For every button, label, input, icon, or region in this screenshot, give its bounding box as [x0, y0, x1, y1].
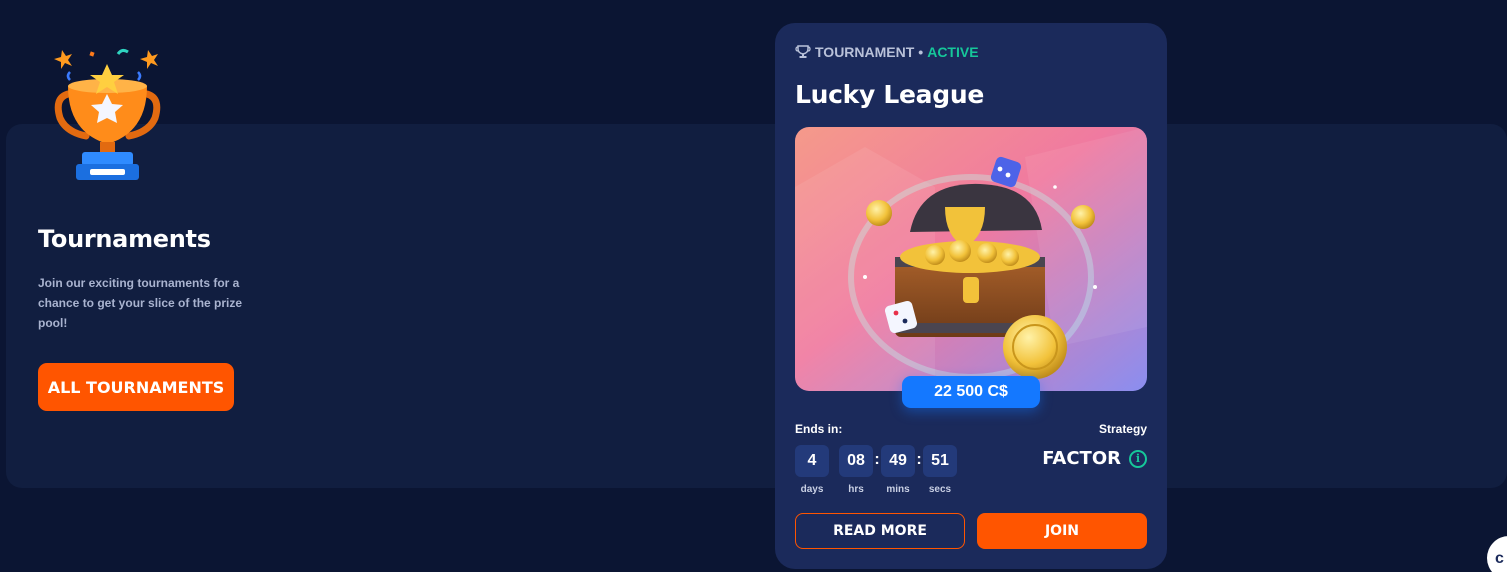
timer-minutes-value: 49 [881, 445, 915, 477]
tournament-banner-image [795, 127, 1147, 391]
timer-hours-label: hrs [848, 484, 864, 495]
timer-separator: : [916, 451, 922, 468]
timer-seconds-label: secs [928, 484, 952, 495]
promo-title: Tournaments [38, 225, 211, 253]
status-badge: ACTIVE [927, 44, 979, 60]
strategy-name: FACTOR [1042, 448, 1121, 469]
card-title: Lucky League [795, 80, 984, 109]
tournament-card[interactable]: TOURNAMENT • ACTIVE Lucky League 22 500 … [775, 23, 1167, 569]
all-tournaments-button[interactable]: ALL TOURNAMENTS [38, 363, 234, 411]
timer-days-label: days [800, 484, 824, 495]
info-icon[interactable]: i [1129, 449, 1147, 468]
timer-days-value: 4 [795, 445, 829, 477]
tag-separator: • [918, 44, 924, 60]
promo-description: Join our exciting tournaments for a chan… [38, 276, 243, 330]
timer-separator: : [874, 451, 880, 468]
timer-hours-value: 08 [839, 445, 873, 477]
tag-label: TOURNAMENT [815, 44, 915, 60]
card-tag: TOURNAMENT • ACTIVE [795, 44, 979, 60]
trophy-icon [795, 45, 811, 58]
chat-icon: c [1495, 550, 1504, 567]
strategy-label: Strategy [1098, 422, 1147, 436]
prize-pool-badge: 22 500 C$ [902, 376, 1040, 408]
countdown-timer: 4 days 08 hrs : 49 mins : 51 secs [795, 445, 957, 495]
trophy-icon [54, 48, 161, 180]
timer-hours: 08 hrs [839, 445, 873, 495]
strategy-value: FACTOR i [1042, 448, 1147, 469]
timer-seconds: 51 secs [923, 445, 957, 495]
timer-minutes-label: mins [886, 484, 910, 495]
chat-button[interactable]: c [1487, 536, 1507, 572]
timer-minutes: 49 mins [881, 445, 915, 495]
read-more-button[interactable]: READ MORE [795, 513, 965, 549]
ends-in-label: Ends in: [795, 422, 843, 436]
join-button[interactable]: JOIN [977, 513, 1147, 549]
timer-days: 4 days [795, 445, 829, 495]
timer-seconds-value: 51 [923, 445, 957, 477]
